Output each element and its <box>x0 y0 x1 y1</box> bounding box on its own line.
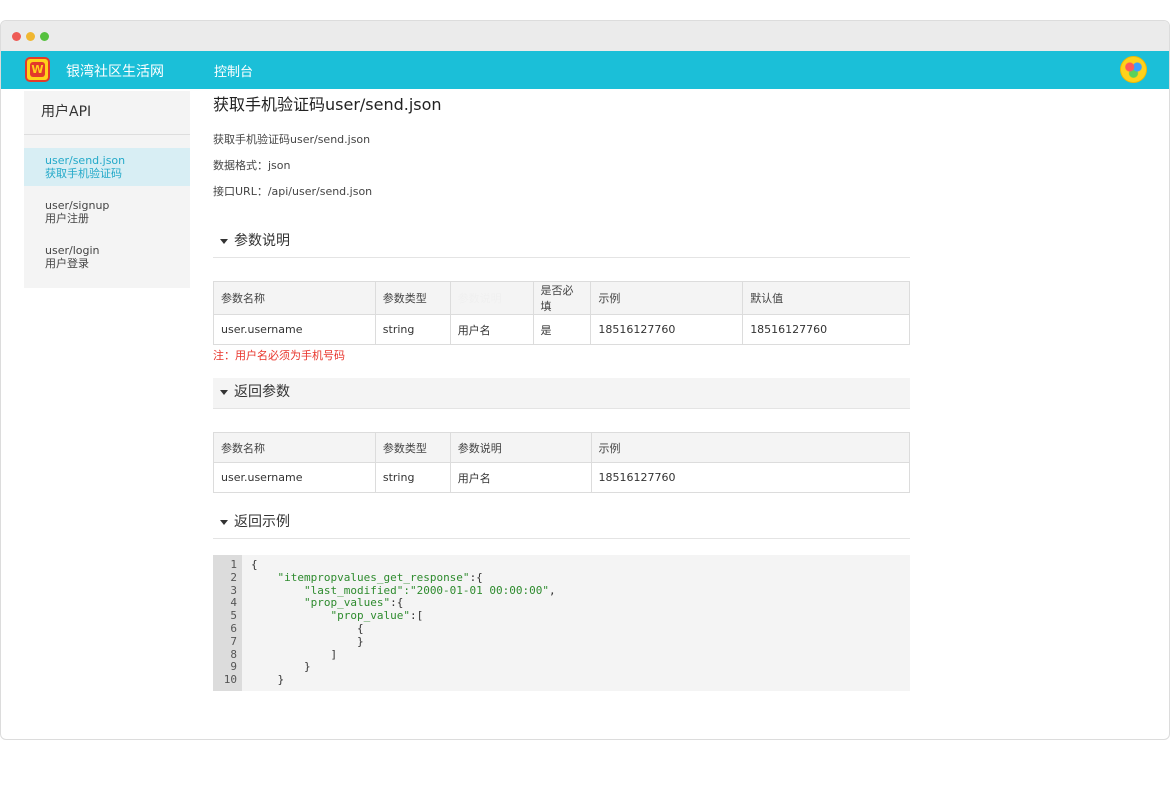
table-row: user.username string 用户名 是 18516127760 1… <box>213 314 910 345</box>
table-cell: 18516127760 <box>742 314 910 345</box>
line-number-gutter: 1 2 3 4 5 6 7 8 9 10 <box>213 555 242 691</box>
code-example-block[interactable]: 1 2 3 4 5 6 7 8 9 10 { "itempropvalues_get_respon… <box>213 555 910 691</box>
code-text: } <box>251 634 364 648</box>
top-navbar: W 银湾社区生活网 控制台 <box>1 51 1169 89</box>
section-title: 返回示例 <box>234 514 290 530</box>
code-text: , <box>549 583 556 597</box>
logo-mark: W <box>30 62 45 77</box>
return-table: 参数名称 参数类型 参数说明 示例 user.username string 用… <box>213 432 910 493</box>
line-number: 7 <box>230 634 237 648</box>
nav-console-link[interactable]: 控制台 <box>214 61 253 80</box>
site-name[interactable]: 银湾社区生活网 <box>66 61 164 81</box>
line-number: 6 <box>230 621 237 635</box>
code-text: } <box>251 660 311 674</box>
sidebar-item-login[interactable]: user/login 用户登录 <box>24 238 190 276</box>
api-url: 接口URL：/api/user/send.json <box>213 185 373 198</box>
sidebar-item-send[interactable]: user/send.json 获取手机验证码 <box>24 148 190 186</box>
api-description: 获取手机验证码user/send.json <box>213 133 371 146</box>
code-text: :[ <box>409 609 424 623</box>
table-cell: 18516127760 <box>590 462 910 493</box>
sidebar-item-signup[interactable]: user/signup 用户注册 <box>24 193 190 231</box>
code-lines: { "itempropvalues_get_response":{ "last_… <box>251 558 556 687</box>
column-header: 示例 <box>590 432 910 463</box>
sidebar-item-path: user/send.json <box>45 154 126 167</box>
table-cell: string <box>374 314 451 345</box>
section-title: 返回参数 <box>234 384 290 400</box>
table-header-row: 参数名称 参数类型 参数说明 是否必填 示例 默认值 <box>213 281 910 315</box>
code-string: "last_modified":"2000-01-01 00:00:00" <box>303 583 550 597</box>
table-cell: 是 <box>532 314 592 345</box>
column-header: 示例 <box>590 281 744 315</box>
code-string: "prop_value" <box>330 609 410 623</box>
user-avatar-icon[interactable] <box>1120 56 1147 83</box>
close-window-button[interactable] <box>12 32 21 41</box>
code-text: :{ <box>390 596 404 610</box>
table-header-row: 参数名称 参数类型 参数说明 示例 <box>213 432 910 463</box>
code-text: } <box>251 673 285 687</box>
column-header: 参数类型 <box>374 432 451 463</box>
return-section-header[interactable]: 返回参数 <box>213 378 910 409</box>
column-header: 参数名称 <box>213 432 376 463</box>
caret-down-icon <box>220 520 228 525</box>
table-row: user.username string 用户名 18516127760 <box>213 462 910 493</box>
code-line: } <box>251 673 556 687</box>
sidebar-item-label: 用户注册 <box>45 212 89 225</box>
sidebar-title: 用户API <box>24 91 190 135</box>
table-cell: 用户名 <box>449 314 534 345</box>
example-section-header[interactable]: 返回示例 <box>213 508 910 539</box>
code-text: :{ <box>469 570 483 584</box>
code-text: ] <box>251 647 338 661</box>
table-cell: 用户名 <box>449 462 592 493</box>
column-header: 默认值 <box>742 281 910 315</box>
sidebar-item-label: 获取手机验证码 <box>45 167 122 180</box>
table-cell: 18516127760 <box>590 314 744 345</box>
site-logo-icon[interactable]: W <box>25 57 50 82</box>
sidebar-item-label: 用户登录 <box>45 257 89 270</box>
table-cell: string <box>374 462 451 493</box>
minimize-window-button[interactable] <box>26 32 35 41</box>
sidebar-item-path: user/login <box>45 244 100 257</box>
column-header: 参数说明 <box>449 281 534 315</box>
line-number: 2 <box>230 570 237 584</box>
column-header: 参数说明 <box>449 432 592 463</box>
window-titlebar <box>1 21 1169 51</box>
caret-down-icon <box>220 239 228 244</box>
code-string: "itempropvalues_get_response" <box>277 570 470 584</box>
line-number: 10 <box>223 673 237 687</box>
code-line: } <box>251 660 556 674</box>
column-header: 参数名称 <box>213 281 376 315</box>
params-note: 注：用户名必须为手机号码 <box>213 349 345 362</box>
sidebar-item-path: user/signup <box>45 199 110 212</box>
code-text: { <box>251 558 258 571</box>
code-text: { <box>251 621 364 635</box>
params-table: 参数名称 参数类型 参数说明 是否必填 示例 默认值 user.username… <box>213 281 910 345</box>
maximize-window-button[interactable] <box>40 32 49 41</box>
page-title: 获取手机验证码user/send.json <box>213 95 442 114</box>
column-header: 参数类型 <box>374 281 451 315</box>
api-data-format: 数据格式：json <box>213 159 291 172</box>
column-header: 是否必填 <box>532 281 592 315</box>
section-title: 参数说明 <box>234 233 290 249</box>
caret-down-icon <box>220 390 228 395</box>
table-cell: user.username <box>213 462 376 493</box>
params-section-header[interactable]: 参数说明 <box>213 227 910 258</box>
code-string: "prop_values" <box>303 596 391 610</box>
api-sidebar: 用户API user/send.json 获取手机验证码 user/signup… <box>24 91 190 288</box>
line-number: 1 <box>230 558 237 571</box>
table-cell: user.username <box>213 314 376 345</box>
